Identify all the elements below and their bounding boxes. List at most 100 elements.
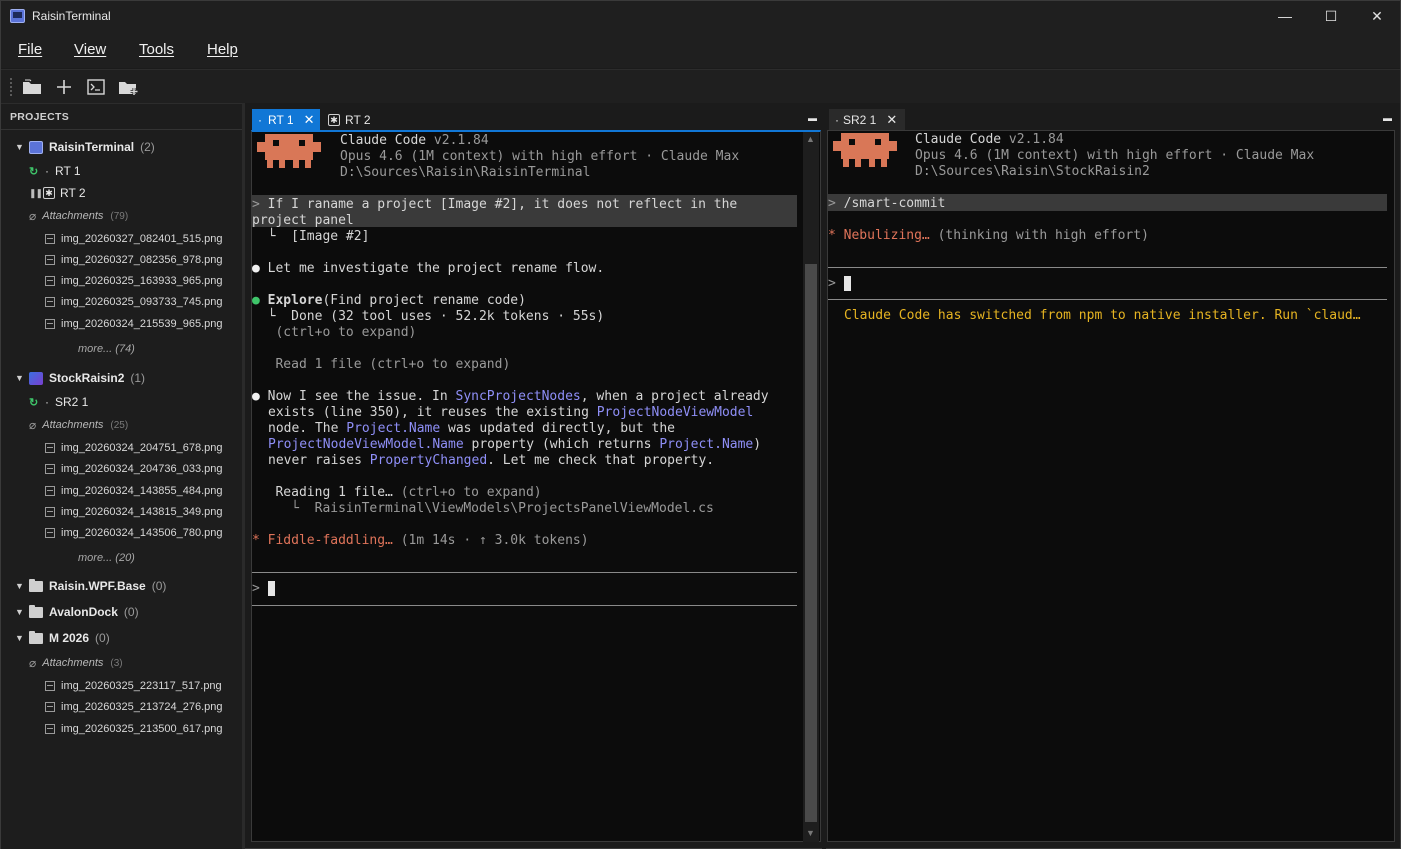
left-tab-strip: · RT 1 ✕ ✱ RT 2 ▬ xyxy=(250,109,822,130)
maximize-button[interactable]: ☐ xyxy=(1308,1,1354,32)
project-name: Raisin.WPF.Base xyxy=(49,579,146,593)
session-item-sr2-1[interactable]: ↻ · SR2 1 xyxy=(29,392,88,412)
activity-star-icon: ✱ xyxy=(43,187,55,199)
image-file-icon xyxy=(45,702,55,712)
menu-view[interactable]: View xyxy=(74,41,106,58)
spinner-meta: (thinking with high effort) xyxy=(929,228,1149,243)
text-run: . Let me check that property. xyxy=(487,453,715,468)
running-status-icon: ↻ xyxy=(29,165,39,178)
window-title: RaisinTerminal xyxy=(32,9,111,23)
text-run: ) xyxy=(753,437,762,452)
left-terminal-pane[interactable]: Claude Code v2.1.84 Opus 4.6 (1M context… xyxy=(251,130,821,842)
scroll-down-icon[interactable]: ▼ xyxy=(806,828,815,838)
expand-hint: (ctrl+o to expand) xyxy=(252,325,417,340)
pane-splitter[interactable] xyxy=(822,109,826,849)
image-file-icon xyxy=(45,507,55,517)
project-count: (0) xyxy=(95,631,110,645)
attachments-node[interactable]: ⌀ Attachments (79) xyxy=(29,206,128,226)
project-node-stockraisin2[interactable]: ▼ StockRaisin2 (1) xyxy=(15,368,145,388)
read-summary: Read 1 file (ctrl+o to expand) xyxy=(252,357,511,372)
model-info: Opus 4.6 (1M context) with high effort ·… xyxy=(340,149,740,164)
input-divider xyxy=(252,572,797,573)
attachment-file[interactable]: img_20260324_143855_484.png xyxy=(45,481,223,501)
session-item-rt1[interactable]: ↻ · RT 1 xyxy=(29,161,81,181)
tool-success-bullet-icon: ● xyxy=(252,293,260,308)
session-item-rt2[interactable]: ❚❚ ✱ RT 2 xyxy=(29,183,86,203)
more-attachments-link[interactable]: more... (74) xyxy=(78,339,135,359)
tab-dropdown-icon[interactable]: ▬ xyxy=(1383,113,1392,123)
installer-notice: Claude Code has switched from npm to nat… xyxy=(844,308,1361,323)
close-window-button[interactable]: ✕ xyxy=(1354,1,1400,32)
chevron-down-icon[interactable]: ▼ xyxy=(15,607,29,617)
product-name: Claude Code xyxy=(915,132,1002,147)
project-node-avalondock[interactable]: ▼ AvalonDock (0) xyxy=(15,602,139,622)
attachment-file[interactable]: img_20260325_213500_617.png xyxy=(45,719,223,739)
menu-file[interactable]: File xyxy=(18,41,42,58)
attachments-node[interactable]: ⌀ Attachments (3) xyxy=(29,653,123,673)
attachment-file[interactable]: img_20260324_204736_033.png xyxy=(45,459,223,479)
more-label: more... (74) xyxy=(78,343,135,355)
tool-name: Explore xyxy=(267,293,323,308)
attachment-file[interactable]: img_20260327_082356_978.png xyxy=(45,250,223,270)
text-run: was updated directly, but the xyxy=(440,421,676,436)
paperclip-icon: ⌀ xyxy=(29,209,37,223)
minimize-button[interactable]: — xyxy=(1262,1,1308,32)
reading-path: └ RaisinTerminal\ViewModels\ProjectsPane… xyxy=(252,501,714,516)
attachment-file[interactable]: img_20260324_215539_965.png xyxy=(45,314,223,334)
attachment-file[interactable]: img_20260325_163933_965.png xyxy=(45,271,223,291)
title-bar: RaisinTerminal — ☐ ✕ xyxy=(1,1,1400,32)
attachments-label: Attachments xyxy=(42,419,104,431)
reading-text: Reading 1 file… xyxy=(252,485,401,500)
vertical-scrollbar[interactable]: ▲ ▼ xyxy=(803,132,819,842)
file-name: img_20260327_082356_978.png xyxy=(61,254,223,266)
image-file-icon xyxy=(45,255,55,265)
chevron-down-icon[interactable]: ▼ xyxy=(15,633,29,643)
chevron-down-icon[interactable]: ▼ xyxy=(15,142,29,152)
chevron-down-icon[interactable]: ▼ xyxy=(15,581,29,591)
prompt-input[interactable]: > xyxy=(828,276,851,292)
project-icon xyxy=(29,371,43,385)
product-name: Claude Code xyxy=(340,133,427,148)
scrollbar-thumb[interactable] xyxy=(805,264,817,822)
open-folder-icon[interactable] xyxy=(21,76,43,98)
scroll-up-icon[interactable]: ▲ xyxy=(806,134,815,144)
add-icon[interactable] xyxy=(53,76,75,98)
project-count: (1) xyxy=(130,371,146,385)
paperclip-icon: ⌀ xyxy=(29,418,37,432)
attachment-file[interactable]: img_20260325_223117_517.png xyxy=(45,676,222,696)
attachment-file[interactable]: img_20260324_143506_780.png xyxy=(45,523,223,543)
tab-dropdown-icon[interactable]: ▬ xyxy=(808,113,817,123)
tab-label: RT 2 xyxy=(345,112,371,127)
attachment-file[interactable]: img_20260325_093733_745.png xyxy=(45,292,223,312)
attachment-file[interactable]: img_20260324_204751_678.png xyxy=(45,438,223,458)
attachment-file[interactable]: img_20260324_143815_349.png xyxy=(45,502,223,522)
analysis-line-4: ProjectNodeViewModel.Name property (whic… xyxy=(268,437,761,453)
tab-rt1[interactable]: · RT 1 ✕ xyxy=(252,109,320,130)
menu-help[interactable]: Help xyxy=(207,41,238,58)
project-name: StockRaisin2 xyxy=(49,371,125,385)
expand-hint: (ctrl+o to expand) xyxy=(400,485,542,500)
chevron-down-icon[interactable]: ▼ xyxy=(15,373,29,383)
project-node-m2026[interactable]: ▼ M 2026 (0) xyxy=(15,628,110,648)
code-symbol: ProjectNodeViewModel xyxy=(596,405,754,420)
more-attachments-link[interactable]: more... (20) xyxy=(78,548,135,568)
folder-icon xyxy=(29,578,43,592)
terminal-icon[interactable] xyxy=(85,76,107,98)
project-node-raisin-wpf-base[interactable]: ▼ Raisin.WPF.Base (0) xyxy=(15,576,166,596)
close-tab-icon[interactable]: ✕ xyxy=(886,112,897,128)
prompt-input[interactable]: > xyxy=(252,581,275,597)
sidebar-splitter[interactable] xyxy=(242,103,245,849)
project-node-raisinterminal[interactable]: ▼ RaisinTerminal (2) xyxy=(15,137,155,157)
file-name: img_20260324_215539_965.png xyxy=(61,318,223,330)
tab-rt2[interactable]: ✱ RT 2 xyxy=(326,109,371,130)
attachment-file[interactable]: img_20260325_213724_276.png xyxy=(45,697,223,717)
close-tab-icon[interactable]: ✕ xyxy=(304,112,315,128)
toolbar-grip[interactable] xyxy=(10,78,12,96)
tab-sr2-1[interactable]: · SR2 1 ✕ xyxy=(829,109,905,130)
new-folder-icon[interactable] xyxy=(117,76,139,98)
menu-tools[interactable]: Tools xyxy=(139,41,174,58)
attachment-file[interactable]: img_20260327_082401_515.png xyxy=(45,229,223,249)
attachments-node[interactable]: ⌀ Attachments (25) xyxy=(29,415,128,435)
user-prompt-line-2: project panel xyxy=(252,213,354,228)
right-terminal-pane[interactable]: Claude Code v2.1.84 Opus 4.6 (1M context… xyxy=(827,130,1395,842)
